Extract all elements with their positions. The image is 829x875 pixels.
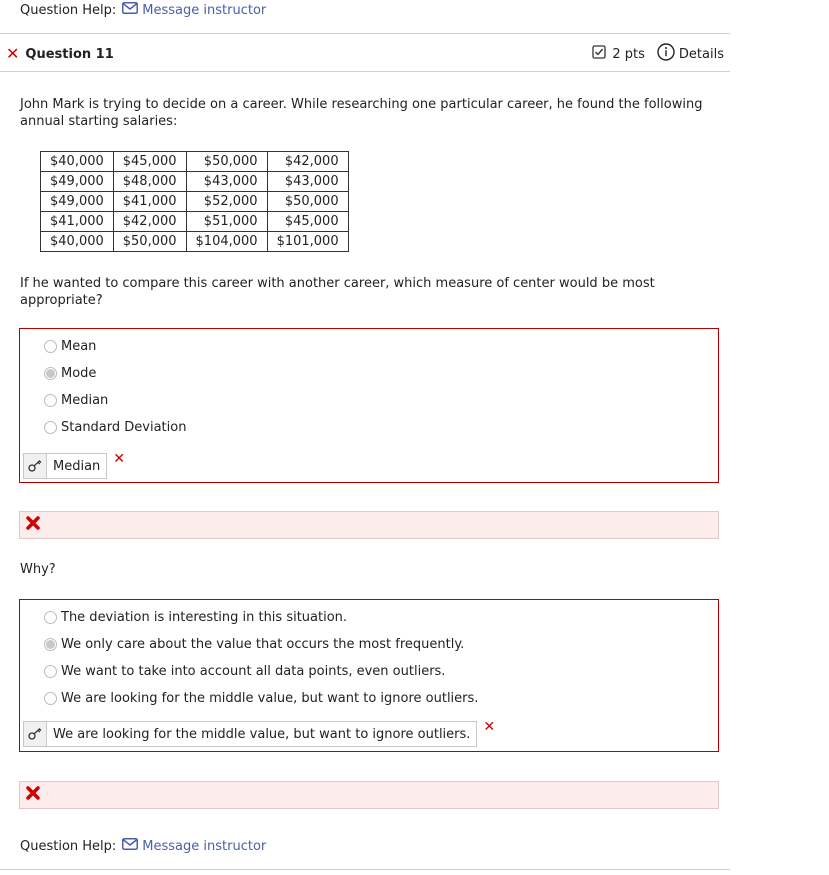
radio-option[interactable]: Median [44,393,108,408]
table-cell: $104,000 [185,231,268,252]
radio-label: We want to take into account all data po… [61,664,446,679]
question-header: ✕ Question 11 2 pts Details [6,43,724,65]
question-help-bottom: Question Help: Message instructor [20,838,266,854]
divider [0,869,730,870]
table-cell: $43,000 [266,171,349,192]
x-mark-icon: ✕ [6,44,20,63]
x-mark-icon: ✕ [483,719,496,735]
radio-option[interactable]: The deviation is interesting in this sit… [44,610,347,625]
x-mark-icon [26,516,40,534]
table-row: $49,000 $41,000 $52,000 $50,000 [40,191,349,212]
radio-label: Mean [61,339,97,354]
message-instructor-link[interactable]: Message instructor [122,838,266,854]
table-cell: $43,000 [185,171,268,192]
table-cell: $50,000 [185,151,268,172]
part1-correct-answer: Median ✕ [23,451,126,479]
table-row: $41,000 $42,000 $51,000 $45,000 [40,211,349,232]
part1-feedback [19,511,719,539]
table-cell: $48,000 [112,171,187,192]
table-cell: $50,000 [112,231,187,252]
table-cell: $51,000 [185,211,268,232]
radio-option[interactable]: We are looking for the middle value, but… [44,691,478,706]
message-instructor-link[interactable]: Message instructor [122,2,266,18]
radio-option[interactable]: Standard Deviation [44,420,186,435]
checkbox-icon [592,45,607,63]
radio-button[interactable] [44,665,57,678]
radio-label: Standard Deviation [61,420,187,435]
part2-answer-box: The deviation is interesting in this sit… [19,599,719,752]
info-icon [657,43,675,65]
radio-option[interactable]: We only care about the value that occurs… [44,637,464,652]
table-cell: $40,000 [40,231,114,252]
table-row: $40,000 $45,000 $50,000 $42,000 [40,151,349,172]
table-cell: $49,000 [40,191,114,212]
table-cell: $40,000 [40,151,114,172]
part1-answer-box: Mean Mode Median Standard Deviation Median … [19,328,719,483]
table-cell: $49,000 [40,171,114,192]
radio-label: The deviation is interesting in this sit… [61,610,348,625]
table-cell: $45,000 [112,151,187,172]
divider [0,71,730,72]
radio-label: We only care about the value that occurs… [61,637,465,652]
radio-label: Median [61,393,109,408]
table-row: $40,000 $50,000 $104,000 $101,000 [40,231,349,252]
radio-button[interactable] [44,394,57,407]
table-cell: $101,000 [266,231,349,252]
part2-correct-text: We are looking for the middle value, but… [53,726,471,742]
radio-button[interactable] [44,611,57,624]
table-cell: $41,000 [112,191,187,212]
table-row: $49,000 $48,000 $43,000 $43,000 [40,171,349,192]
message-instructor-label: Message instructor [142,2,267,18]
salary-table-wrap: $40,000 $45,000 $50,000 $42,000 $49,000 $48,0… [40,151,349,252]
envelope-icon [122,838,139,854]
radio-button[interactable] [44,340,57,353]
question-help-label: Question Help: [20,2,117,18]
table-cell: $41,000 [40,211,114,232]
message-instructor-label: Message instructor [142,838,267,854]
table-cell: $45,000 [266,211,349,232]
table-cell: $42,000 [266,151,349,172]
table-cell: $42,000 [112,211,187,232]
part2-correct-answer: We are looking for the middle value, but… [23,719,496,747]
radio-option[interactable]: Mean [44,339,96,354]
question-prompt: John Mark is trying to decide on a caree… [20,97,703,129]
x-mark-icon: ✕ [113,451,126,467]
radio-button[interactable] [44,421,57,434]
key-icon [24,454,47,478]
divider [0,33,730,34]
question-help-top: Question Help: Message instructor [20,2,266,18]
table-cell: $50,000 [266,191,349,212]
radio-button[interactable] [44,638,57,651]
details-label: Details [678,46,724,62]
part2-feedback [19,781,719,809]
table-cell: $52,000 [185,191,268,212]
radio-label: Mode [61,366,97,381]
radio-option[interactable]: Mode [44,366,96,381]
details-button[interactable]: Details [657,43,724,65]
key-icon [24,722,47,746]
salary-table: $40,000 $45,000 $50,000 $42,000 $49,000 $48,0… [40,151,349,252]
why-label: Why? [20,562,56,577]
x-mark-icon [26,786,40,804]
part1-correct-text: Median [53,458,101,474]
radio-button[interactable] [44,367,57,380]
part1-question: If he wanted to compare this career with… [20,276,655,308]
question-title: Question 11 [25,46,114,62]
radio-option[interactable]: We want to take into account all data po… [44,664,445,679]
envelope-icon [122,2,139,18]
radio-label: We are looking for the middle value, but… [61,691,479,706]
radio-button[interactable] [44,692,57,705]
points-value: 2 pts [612,46,645,62]
question-help-label: Question Help: [20,838,117,854]
